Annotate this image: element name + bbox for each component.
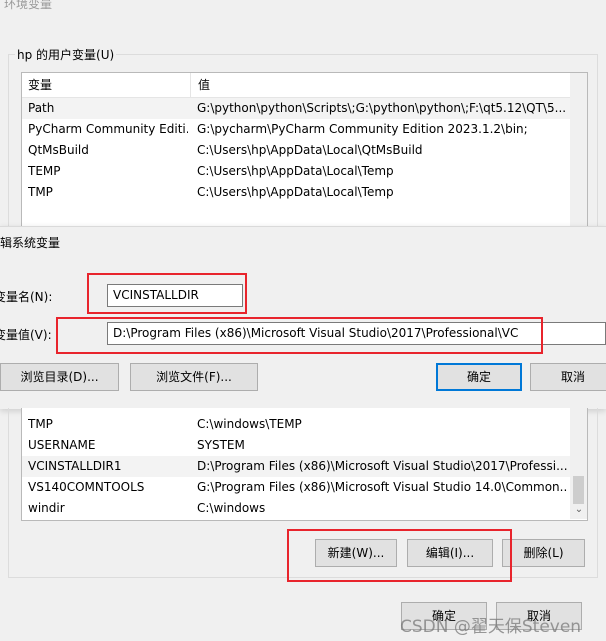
delete-button[interactable]: 删除(L) bbox=[502, 539, 585, 567]
highlight-box-name bbox=[87, 273, 247, 314]
highlight-box-value bbox=[56, 317, 543, 354]
browse-directory-button[interactable]: 浏览目录(D)... bbox=[0, 363, 119, 391]
browse-file-button[interactable]: 浏览文件(F)... bbox=[130, 363, 258, 391]
table-row[interactable]: USERNAME SYSTEM bbox=[22, 435, 570, 456]
table-row[interactable]: TMP C:\Users\hp\AppData\Local\Temp bbox=[22, 182, 570, 203]
table-row[interactable]: Path G:\python\python\Scripts\;G:\python… bbox=[22, 98, 570, 119]
table-row[interactable]: VS140COMNTOOLS G:\Program Files (x86)\Mi… bbox=[22, 477, 570, 498]
user-vars-group-label: hp 的用户变量(U) bbox=[15, 46, 117, 63]
edit-ok-button[interactable]: 确定 bbox=[436, 363, 522, 391]
system-vars-list[interactable]: TMP C:\windows\TEMP USERNAME SYSTEM VCIN… bbox=[21, 408, 588, 521]
table-row[interactable]: TEMP C:\Users\hp\AppData\Local\Temp bbox=[22, 161, 570, 182]
table-row[interactable]: TMP C:\windows\TEMP bbox=[22, 414, 570, 435]
edit-dialog-title: 辑系统变量 bbox=[0, 236, 61, 250]
col-variable-header[interactable]: 变量 bbox=[28, 73, 52, 97]
user-vars-scrollbar[interactable] bbox=[570, 73, 587, 231]
variable-value-label: 变量值(V): bbox=[0, 328, 52, 342]
system-vars-scroll-thumb[interactable] bbox=[573, 476, 584, 504]
table-row[interactable]: QtMsBuild C:\Users\hp\AppData\Local\QtMs… bbox=[22, 140, 570, 161]
table-row[interactable]: VCINSTALLDIR1 D:\Program Files (x86)\Mic… bbox=[22, 456, 570, 477]
highlight-box-buttons bbox=[287, 529, 512, 582]
window-title: 环境变量 bbox=[4, 0, 53, 11]
variable-name-label: 变量名(N): bbox=[0, 290, 53, 304]
user-vars-header: 变量 值 bbox=[22, 73, 587, 98]
table-row[interactable]: PyCharm Community Editi... G:\pycharm\Py… bbox=[22, 119, 570, 140]
csdn-watermark: CSDN @翟天保Steven bbox=[400, 617, 582, 637]
edit-cancel-button[interactable]: 取消 bbox=[530, 363, 606, 391]
scroll-down-arrow-icon[interactable]: ⌄ bbox=[571, 504, 587, 515]
user-vars-list[interactable]: 变量 值 Path G:\python\python\Scripts\;G:\p… bbox=[21, 72, 588, 232]
table-row[interactable]: windir C:\windows bbox=[22, 498, 570, 519]
column-separator[interactable] bbox=[190, 73, 191, 97]
col-value-header[interactable]: 值 bbox=[198, 73, 210, 97]
